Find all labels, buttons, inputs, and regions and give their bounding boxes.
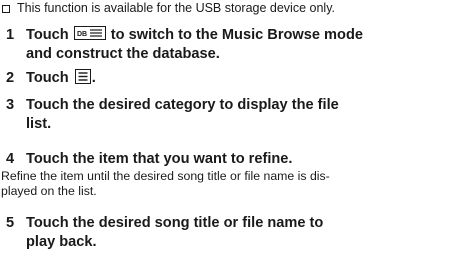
svg-text:DB: DB xyxy=(77,31,87,38)
step-text: Touch the item that you want to refine. xyxy=(26,151,293,167)
note: This function is available for the USB s… xyxy=(2,0,335,16)
step-2: 2 Touch . xyxy=(6,69,96,88)
step-3: 3 Touch the desired category to display t… xyxy=(6,96,339,134)
step-text-after-icon: to switch to the Music Browse mode xyxy=(106,27,363,43)
step-text-before-icon: Touch xyxy=(26,70,73,86)
checkbox-square-icon xyxy=(2,5,10,13)
step-text-before-icon: Touch xyxy=(26,27,73,43)
step-number: 5 xyxy=(6,215,15,231)
step-text-continued: and construct the database. xyxy=(26,46,220,62)
step-5: 5 Touch the desired song title or file na… xyxy=(6,214,323,252)
step-4-description: Refine the item until the desired song t… xyxy=(1,169,330,184)
description-line: Refine the item until the desired song t… xyxy=(1,169,330,183)
step-text: Touch the desired song title or file nam… xyxy=(26,215,324,231)
step-number: 3 xyxy=(6,97,15,113)
step-1: 1 Touch DB to switch to the Music Browse … xyxy=(6,26,363,64)
music-browse-db-icon: DB xyxy=(73,26,106,40)
step-number: 1 xyxy=(6,27,15,43)
step-number: 2 xyxy=(6,70,15,86)
step-text: Touch the desired category to display th… xyxy=(26,97,339,113)
step-text-continued: list. xyxy=(26,116,52,132)
list-icon xyxy=(74,69,91,84)
step-4: 4 Touch the item that you want to refine. xyxy=(6,150,292,169)
step-text-continued: play back. xyxy=(26,234,97,250)
step-number: 4 xyxy=(6,151,15,167)
description-line: played on the list. xyxy=(1,184,97,198)
step-text-after-icon: . xyxy=(91,70,96,86)
step-4-description-continued: played on the list. xyxy=(1,184,97,199)
note-text: This function is available for the USB s… xyxy=(17,1,335,15)
